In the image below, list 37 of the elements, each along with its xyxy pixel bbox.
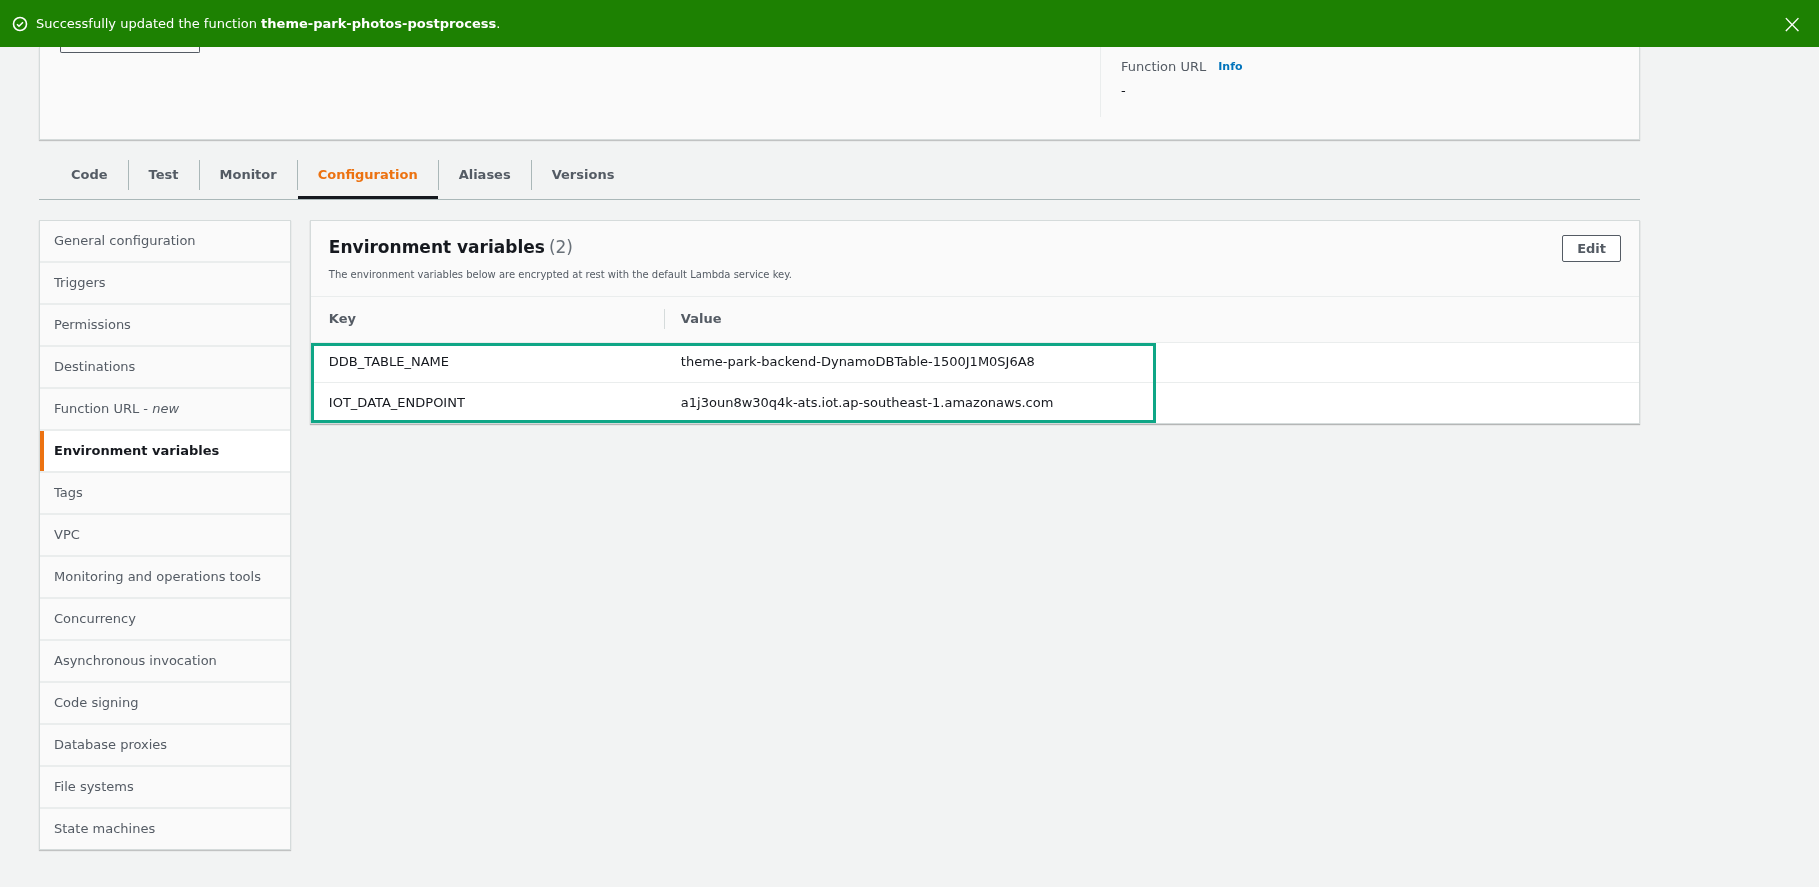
table-cell-text: IOT_DATA_ENDPOINT xyxy=(327,393,466,412)
field-label: Function URL xyxy=(1121,58,1207,76)
panel-title: Environment variables xyxy=(328,236,545,259)
sidebar-item[interactable]: Database proxies xyxy=(40,725,290,765)
sidebar-item[interactable]: Destinations xyxy=(40,347,290,387)
field-value: - xyxy=(1121,81,1127,100)
variable-count: (2) xyxy=(548,236,573,259)
tab[interactable]: Versions xyxy=(531,150,635,199)
banner-message: Successfully updated the function theme-park-photos-postprocess. xyxy=(36,14,501,33)
table-cell-text: theme-park-backend-DynamoDBTable-1500J1M0SJ6A8 xyxy=(679,353,1035,372)
sidebar-item[interactable]: Asynchronous invocation xyxy=(40,641,290,681)
sidebar-item[interactable]: Code signing xyxy=(40,683,290,723)
sidebar-item[interactable]: Triggers xyxy=(40,263,290,303)
check-circle-icon xyxy=(12,15,28,32)
tab[interactable]: Monitor xyxy=(199,150,297,199)
sidebar-item[interactable]: Permissions xyxy=(40,305,290,345)
sidebar-item[interactable]: Monitoring and operations tools xyxy=(40,557,290,597)
sidebar-item[interactable]: State machines xyxy=(40,809,290,849)
button[interactable] xyxy=(60,47,200,53)
table-cell-text: a1j3oun8w30q4k-ats.iot.ap-southeast-1.amazonaws.com xyxy=(679,393,1054,412)
tab[interactable]: Test xyxy=(128,150,199,199)
tab[interactable]: Code xyxy=(51,150,128,199)
edit-button[interactable]: Edit xyxy=(1562,235,1621,262)
sidebar-item[interactable]: Concurrency xyxy=(40,599,290,639)
sidebar-item[interactable]: Environment variables xyxy=(40,431,290,471)
sidebar-item[interactable]: File systems xyxy=(40,767,290,807)
column-header: Key xyxy=(327,310,356,329)
close-button[interactable]: × xyxy=(1781,10,1807,37)
sidebar-item[interactable]: General configuration xyxy=(40,221,290,261)
sidebar-item[interactable]: Tags xyxy=(40,473,290,513)
table-cell-text: DDB_TABLE_NAME xyxy=(327,353,451,372)
sidebar-item[interactable]: Function URL - new xyxy=(40,389,290,429)
tab[interactable]: Aliases xyxy=(438,150,531,199)
panel-description: The environment variables below are encrypted at rest with the default Lambda service key. xyxy=(328,267,792,282)
sidebar-item[interactable]: VPC xyxy=(40,515,290,555)
column-header: Value xyxy=(680,310,722,329)
info-link[interactable]: Info xyxy=(1218,58,1243,75)
